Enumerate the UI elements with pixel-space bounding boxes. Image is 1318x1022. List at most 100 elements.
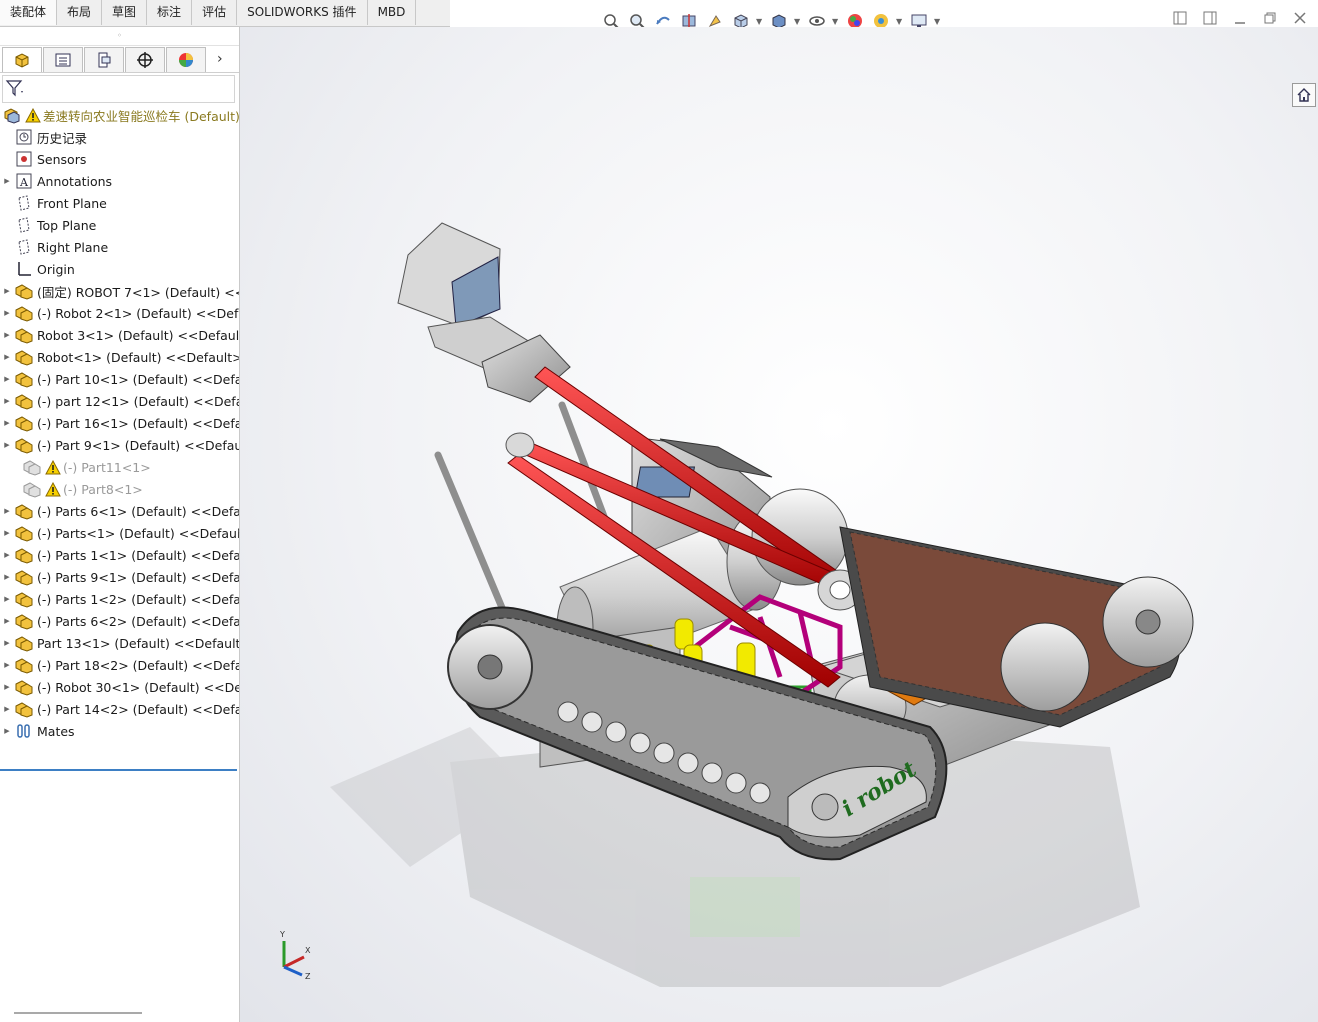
expand-arrow-icon[interactable]: ▶ [0,551,14,559]
manager-tabs: › [0,46,239,73]
tree-item[interactable]: ▶ (-) Parts 1<2> (Default) <<Defau [0,588,239,610]
restore-icon[interactable] [1262,10,1278,26]
tree-item-label: (固定) ROBOT 7<1> (Default) << [37,284,239,300]
tab-0[interactable]: 装配体 [0,0,58,25]
expand-arrow-icon[interactable]: ▶ [0,397,14,405]
expand-arrow-icon[interactable]: ▶ [0,507,14,515]
expand-arrow-icon[interactable]: ▶ [0,727,14,735]
minimize-icon[interactable] [1232,10,1248,26]
tile-right-icon[interactable] [1202,10,1218,26]
tree-item-label: Mates [37,723,75,739]
dropdown-arrow-icon[interactable]: ▼ [794,17,802,26]
expand-arrow-icon[interactable]: ▶ [0,639,14,647]
panel-grip[interactable]: ◦ [0,27,239,46]
tree-item[interactable]: Top Plane [0,214,239,236]
tree-item[interactable]: (-) Part8<1> [0,478,239,500]
plane-icon [14,215,34,235]
expand-arrow-icon[interactable]: ▶ [0,705,14,713]
tree-item-label: (-) Parts 1<1> (Default) <<Defau [37,547,239,563]
expand-arrow-icon[interactable]: ▶ [0,441,14,449]
part-icon [14,391,34,411]
tree-item[interactable]: ▶ (-) part 12<1> (Default) <<Defau [0,390,239,412]
tree-item[interactable]: ▶ (-) Parts 6<2> (Default) <<Defau [0,610,239,632]
tree-item[interactable]: Sensors [0,148,239,170]
expand-arrow-icon[interactable]: ▶ [0,177,14,185]
tree-filter[interactable] [2,75,235,103]
rollback-bar[interactable] [0,769,237,771]
tree-item[interactable]: ▶ (-) Parts 6<1> (Default) <<Defau [0,500,239,522]
tree-item[interactable]: ▶ (-) Part 9<1> (Default) <<Defaul [0,434,239,456]
dropdown-arrow-icon[interactable]: ▼ [832,17,840,26]
tab-6[interactable]: MBD [368,0,417,25]
tree-item[interactable]: 历史记录 [0,126,239,148]
tree-item[interactable]: Right Plane [0,236,239,258]
tree-item-label: (-) part 12<1> (Default) <<Defau [37,393,239,409]
tree-item[interactable]: ▶ (-) Parts<1> (Default) <<Default: [0,522,239,544]
expand-arrow-icon[interactable]: ▶ [0,287,14,295]
coordinate-triad: Y X Z [279,930,311,981]
filter-icon[interactable] [5,79,25,100]
configurationmanager-tab[interactable] [84,46,124,72]
part-icon [14,435,34,455]
tree-item[interactable]: ▶ (固定) ROBOT 7<1> (Default) << [0,280,239,302]
dimxpert-tab[interactable] [125,46,165,72]
tab-5[interactable]: SOLIDWORKS 插件 [237,0,368,25]
expand-arrow-icon[interactable]: ▶ [0,683,14,691]
tree-root[interactable]: 差速转向农业智能巡检车 (Default) [0,104,239,126]
chevron-right-icon[interactable]: › [217,51,231,67]
tab-4[interactable]: 评估 [192,0,238,25]
tree-item-label: (-) Part 14<2> (Default) <<Defau [37,701,239,717]
close-icon[interactable] [1292,10,1308,26]
graphics-area[interactable]: i robot Y X Z [240,27,1318,1022]
part-icon [14,655,34,675]
tree-item[interactable]: ▶ Part 13<1> (Default) <<Default> [0,632,239,654]
expand-arrow-icon[interactable]: ▶ [0,375,14,383]
horizontal-scrollbar[interactable] [14,1012,142,1014]
expand-arrow-icon[interactable]: ▶ [0,353,14,361]
tree-item[interactable]: ▶ (-) Parts 9<1> (Default) <<Defau [0,566,239,588]
expand-arrow-icon[interactable]: ▶ [0,617,14,625]
tree-item[interactable]: ▶ (-) Part 16<1> (Default) <<Defau [0,412,239,434]
tree-item[interactable]: Origin [0,258,239,280]
tree-item[interactable]: ▶ A Annotations [0,170,239,192]
featuremanager-tab[interactable] [2,46,42,72]
expand-arrow-icon[interactable]: ▶ [0,661,14,669]
tree-item[interactable]: ▶ (-) Part 10<1> (Default) <<Defau [0,368,239,390]
tree-item[interactable]: ▶ (-) Part 14<2> (Default) <<Defau [0,698,239,720]
tab-3[interactable]: 标注 [147,0,193,25]
part-icon [14,325,34,345]
warning-icon [45,459,63,475]
expand-arrow-icon[interactable]: ▶ [0,419,14,427]
expand-arrow-icon[interactable]: ▶ [0,595,14,603]
tree-item[interactable]: ▶ (-) Parts 1<1> (Default) <<Defau [0,544,239,566]
robot-model-render[interactable]: i robot [240,27,1318,1022]
tab-1[interactable]: 布局 [57,0,103,25]
window-controls [1172,10,1308,26]
tree-item[interactable]: ▶ Robot 3<1> (Default) <<Default [0,324,239,346]
tree-item[interactable]: Front Plane [0,192,239,214]
tree-item[interactable]: ▶ (-) Robot 30<1> (Default) <<Def [0,676,239,698]
expand-arrow-icon[interactable]: ▶ [0,529,14,537]
tree-item[interactable]: ▶ Mates [0,720,239,742]
propertymanager-tab[interactable] [43,46,83,72]
tree-item-label: (-) Part 9<1> (Default) <<Defaul [37,437,239,453]
tile-left-icon[interactable] [1172,10,1188,26]
dropdown-arrow-icon[interactable]: ▼ [934,17,942,26]
part-icon [14,633,34,653]
tab-2[interactable]: 草图 [102,0,148,25]
display-manager-tab[interactable] [166,46,206,72]
tree-item-label: (-) Parts 6<2> (Default) <<Defau [37,613,239,629]
expand-arrow-icon[interactable]: ▶ [0,309,14,317]
dropdown-arrow-icon[interactable]: ▼ [756,17,764,26]
annotations-icon: A [14,171,34,191]
expand-arrow-icon[interactable]: ▶ [0,331,14,339]
tree-item[interactable]: ▶ Robot<1> (Default) <<Default>_ [0,346,239,368]
plane-icon [14,237,34,257]
tree-item[interactable]: ▶ (-) Part 18<2> (Default) <<Defau [0,654,239,676]
part-icon [14,369,34,389]
tree-item[interactable]: (-) Part11<1> [0,456,239,478]
expand-arrow-icon[interactable]: ▶ [0,573,14,581]
tree-item-label: (-) Part11<1> [63,459,151,475]
tree-item[interactable]: ▶ (-) Robot 2<1> (Default) <<Defa [0,302,239,324]
dropdown-arrow-icon[interactable]: ▼ [896,17,904,26]
